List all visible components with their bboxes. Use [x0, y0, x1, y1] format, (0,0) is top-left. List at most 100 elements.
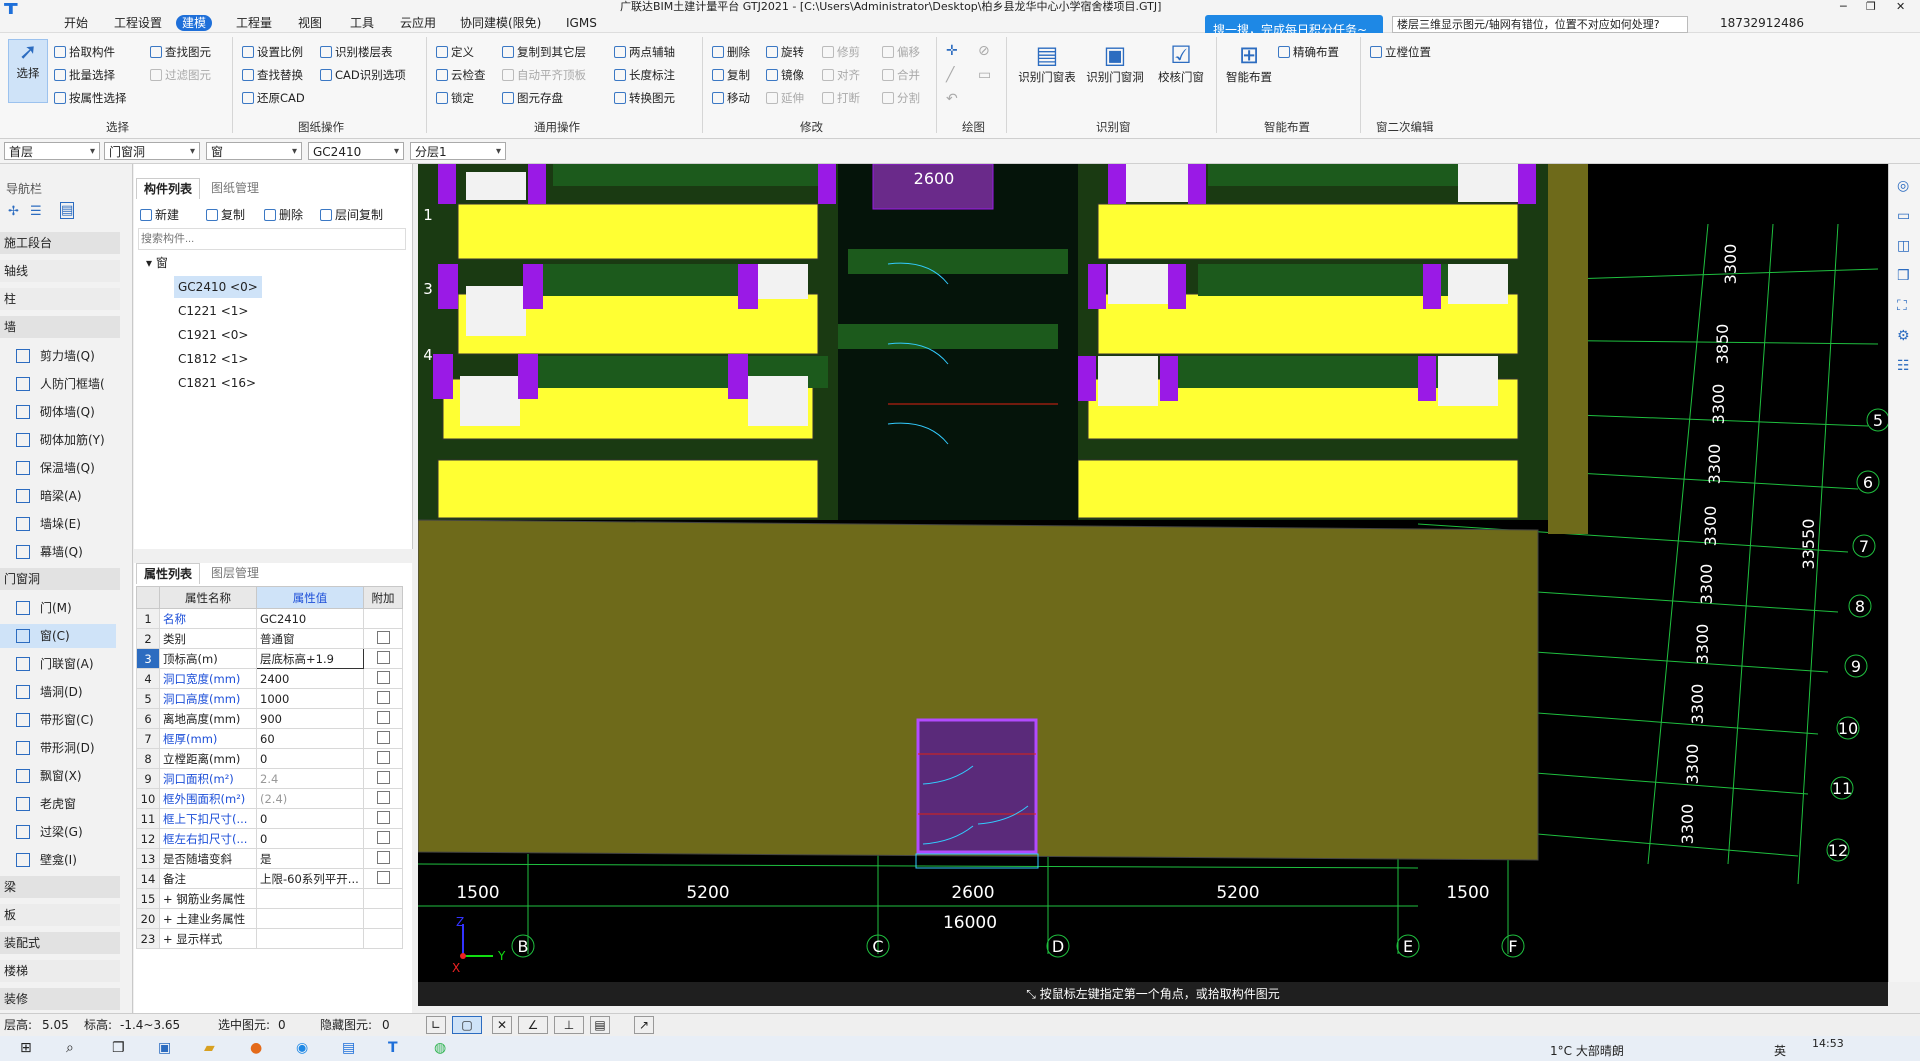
angle-toggle-icon[interactable]: ∠ — [518, 1016, 548, 1034]
nav-item-niche[interactable]: 壁龛(I) — [16, 848, 77, 872]
nav-item-door-window[interactable]: 门联窗(A) — [16, 652, 94, 676]
cross-toggle-icon[interactable]: ✕ — [492, 1016, 512, 1034]
filter-element-button[interactable]: 过滤图元 — [150, 66, 211, 84]
nav-category-wall[interactable]: 墙 — [0, 316, 120, 338]
nav-item-hidden-beam[interactable]: 暗梁(A) — [16, 484, 82, 508]
property-row[interactable]: 15 + 钢筋业务属性 — [136, 888, 403, 909]
component-item-c1821[interactable]: C1821 <16> — [178, 372, 256, 394]
nav-item-civil-defense-wall[interactable]: 人防门框墙( — [16, 372, 105, 396]
recognize-floor-table-button[interactable]: 识别楼层表 — [320, 43, 393, 61]
help-search-input[interactable]: 楼层三维显示图元/轴网有错位，位置不对应如何处理? — [1392, 16, 1688, 33]
floor-combo[interactable]: 首层 — [4, 142, 100, 161]
auto-align-slab-button[interactable]: 自动平齐顶板 — [502, 66, 586, 84]
nav-item-masonry-wall[interactable]: 砌体墙(Q) — [16, 400, 95, 424]
nav-item-window[interactable]: 窗(C) — [0, 624, 116, 648]
convert-element-button[interactable]: 转换图元 — [614, 89, 675, 107]
copy-button[interactable]: 复制 — [712, 66, 750, 84]
nav-category-stairs[interactable]: 楼梯 — [0, 960, 120, 982]
mirror-button[interactable]: 镜像 — [766, 66, 804, 84]
append-checkbox-cell[interactable] — [363, 628, 403, 649]
move-button[interactable]: 移动 — [712, 89, 750, 107]
component-search-input[interactable] — [138, 228, 406, 250]
property-row[interactable]: 4 洞口宽度(mm) 2400 — [136, 668, 403, 689]
property-value[interactable]: 上限-60系列平开... — [256, 868, 364, 889]
append-checkbox[interactable] — [376, 710, 390, 724]
3d-viewport[interactable]: 2600 1500 5200 2600 5200 1500 16000 B C D E F 5 6 7 8 9 1… — [418, 164, 1888, 982]
new-component-button[interactable]: 新建 — [140, 206, 179, 224]
folder-icon[interactable]: ▰ — [204, 1040, 215, 1056]
nav-item-door[interactable]: 门(M) — [16, 596, 72, 620]
floor-copy-button[interactable]: 层间复制 — [320, 206, 383, 224]
nav-item-pilaster[interactable]: 墙垛(E) — [16, 512, 81, 536]
nav-category-beam[interactable]: 梁 — [0, 876, 120, 898]
append-checkbox-cell[interactable] — [363, 808, 403, 829]
top-view-icon[interactable]: ◫ — [1897, 238, 1910, 254]
select-button[interactable]: ➚ 选择 — [8, 39, 48, 103]
append-checkbox-cell[interactable] — [363, 648, 403, 669]
restore-button[interactable]: ❐ — [1866, 0, 1876, 13]
property-value[interactable]: 普通窗 — [256, 628, 364, 649]
layer-combo[interactable]: 分层1 — [410, 142, 506, 161]
property-row[interactable]: 20 + 土建业务属性 — [136, 908, 403, 929]
pick-component-button[interactable]: 拾取构件 — [54, 43, 115, 61]
append-checkbox-cell[interactable] — [363, 848, 403, 869]
user-phone[interactable]: 18732912486 — [1720, 16, 1804, 30]
line-draw-icon[interactable]: ╱ — [946, 67, 954, 83]
property-row[interactable]: 6 离地高度(mm) 900 — [136, 708, 403, 729]
property-row[interactable]: 23 + 显示样式 — [136, 928, 403, 949]
property-value[interactable] — [256, 888, 364, 909]
append-checkbox-cell[interactable] — [363, 708, 403, 729]
append-checkbox-cell[interactable] — [363, 768, 403, 789]
nav-category-segment[interactable]: 施工段台 — [0, 232, 120, 254]
copy-to-other-floor-button[interactable]: 复制到其它层 — [502, 43, 586, 61]
cloud-check-button[interactable]: 云检查 — [436, 66, 486, 84]
type-combo[interactable]: 窗 — [206, 142, 302, 161]
property-row[interactable]: 13 是否随墙变斜是 — [136, 848, 403, 869]
append-checkbox[interactable] — [376, 670, 390, 684]
rotate-point-icon[interactable]: ⊘ — [978, 43, 990, 59]
property-value[interactable]: 2.4 — [256, 768, 364, 789]
search-icon[interactable]: ⌕ — [66, 1040, 74, 1056]
wechat-icon[interactable]: ◍ — [434, 1040, 446, 1056]
extend-button[interactable]: 延伸 — [766, 89, 804, 107]
menu-collab[interactable]: 协同建模(限免) — [454, 15, 547, 31]
list-view-icon[interactable]: ☰ — [30, 204, 42, 219]
menu-modeling[interactable]: 建模 — [176, 15, 213, 31]
define-button[interactable]: 定义 — [436, 43, 474, 61]
tab-property-list[interactable]: 属性列表 — [136, 563, 201, 584]
dynamic-view-icon[interactable]: ◎ — [1897, 178, 1909, 194]
tree-root-window[interactable]: ▾ 窗 — [146, 252, 168, 274]
edge-icon[interactable]: ◉ — [296, 1040, 308, 1056]
nav-category-slab[interactable]: 板 — [0, 904, 120, 926]
nav-item-lintel[interactable]: 过梁(G) — [16, 820, 83, 844]
append-checkbox[interactable] — [376, 790, 390, 804]
tab-component-list[interactable]: 构件列表 — [136, 178, 201, 199]
property-value[interactable]: (2.4) — [256, 788, 364, 809]
menu-project-settings[interactable]: 工程设置 — [108, 15, 168, 31]
property-row[interactable]: 11 框上下扣尺寸(... 0 — [136, 808, 403, 829]
tab-layer-manage[interactable]: 图层管理 — [204, 563, 266, 583]
copy-component-button[interactable]: 复制 — [206, 206, 245, 224]
append-checkbox[interactable] — [376, 690, 390, 704]
append-checkbox-cell[interactable] — [363, 668, 403, 689]
arc-toggle-icon[interactable]: ↗ — [634, 1016, 654, 1034]
property-value[interactable]: 0 — [256, 808, 364, 829]
append-checkbox[interactable] — [376, 750, 390, 764]
append-checkbox-cell[interactable] — [363, 928, 403, 949]
property-row[interactable]: 7 框厚(mm) 60 — [136, 728, 403, 749]
check-window-button[interactable]: ☑ 校核门窗 — [1152, 41, 1210, 105]
store-icon[interactable]: ▣ — [158, 1040, 171, 1056]
property-value[interactable]: 是 — [256, 848, 364, 869]
zoom-extent-icon[interactable]: ⛶ — [1897, 298, 1907, 314]
nav-item-curtain-wall[interactable]: 幕墙(Q) — [16, 540, 83, 564]
dynamic-input-icon[interactable]: ▤ — [590, 1016, 610, 1034]
layer-icon[interactable]: ☷ — [1897, 358, 1910, 374]
append-checkbox[interactable] — [376, 870, 390, 884]
nav-item-bay-window[interactable]: 飘窗(X) — [16, 764, 82, 788]
property-row[interactable]: 1 名称 GC2410 — [136, 608, 403, 629]
arc-draw-icon[interactable]: ↶ — [946, 91, 958, 107]
nav-item-insulation-wall[interactable]: 保温墙(Q) — [16, 456, 95, 480]
task-view-icon[interactable]: ❐ — [112, 1040, 125, 1056]
property-value[interactable]: 0 — [256, 828, 364, 849]
start-icon[interactable]: ⊞ — [20, 1040, 32, 1056]
